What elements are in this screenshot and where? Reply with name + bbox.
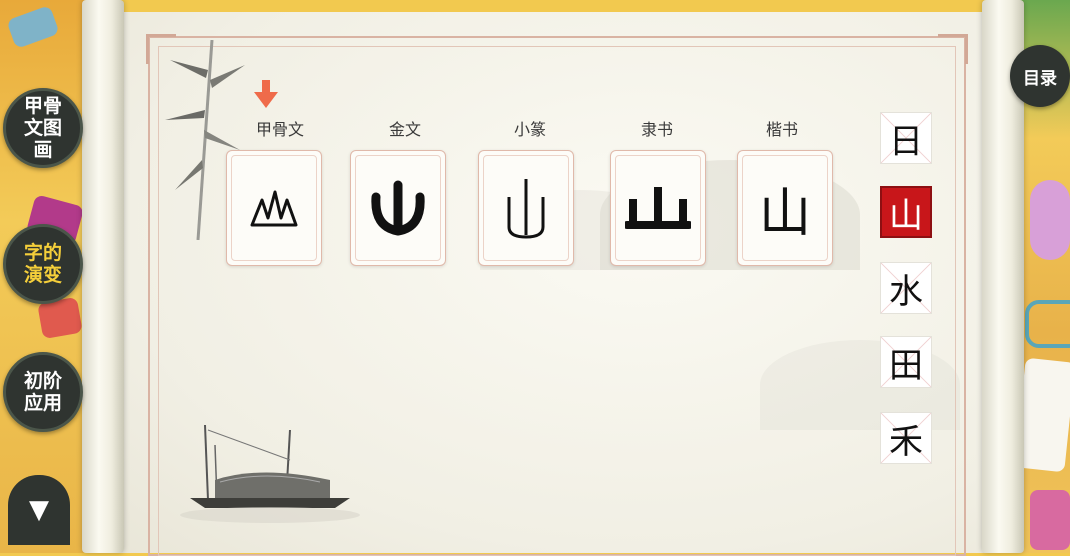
table-of-contents-label: 目录	[1023, 68, 1057, 89]
char-tile-label: 山	[889, 195, 923, 236]
frame-corner-icon	[938, 34, 968, 64]
script-label-regular: 楷书	[765, 120, 798, 139]
oracle-bone-card[interactable]	[226, 150, 322, 266]
nav-oracle-pictures-button[interactable]: 甲骨文图画	[3, 88, 83, 168]
char-tile-label: 田	[889, 345, 923, 386]
script-label-clerical: 隶书	[640, 120, 673, 139]
scroll-down-button[interactable]: ▼	[8, 475, 70, 545]
char-tile-label: 水	[889, 271, 923, 312]
script-label-small-seal: 小篆	[513, 120, 546, 139]
char-tile-sun[interactable]: 日	[880, 112, 932, 164]
scroll-roll-left	[82, 0, 124, 553]
char-tile-mountain[interactable]: 山	[880, 186, 932, 238]
cup-decoration	[1030, 180, 1070, 260]
small-seal-card[interactable]	[478, 150, 574, 266]
char-tile-water[interactable]: 水	[880, 262, 932, 314]
arrow-down-icon	[254, 80, 278, 108]
nav-basic-application-label: 初阶应用	[23, 370, 62, 414]
regular-script-card[interactable]: 山	[737, 150, 833, 266]
char-tile-field[interactable]: 田	[880, 336, 932, 388]
bronze-script-card[interactable]	[350, 150, 446, 266]
nav-oracle-pictures-label: 甲骨文图画	[23, 95, 62, 161]
small-seal-glyph-icon	[479, 151, 573, 265]
regular-script-character: 山	[758, 183, 811, 244]
script-label-oracle: 甲骨文	[255, 120, 304, 139]
nav-character-evolution-label: 字的演变	[23, 242, 62, 286]
boat-painting	[180, 424, 360, 523]
box-decoration	[1030, 490, 1070, 550]
bronze-glyph-icon	[351, 151, 445, 265]
char-tile-grain[interactable]: 禾	[880, 412, 932, 464]
script-label-bronze: 金文	[388, 120, 421, 139]
char-tile-label: 日	[889, 121, 923, 162]
nav-basic-application-button[interactable]: 初阶应用	[3, 352, 83, 432]
table-of-contents-button[interactable]: 目录	[1010, 45, 1070, 107]
regular-script-glyph: 山	[738, 151, 832, 265]
clerical-script-card[interactable]	[610, 150, 706, 266]
chevron-down-icon: ▼	[29, 495, 49, 525]
glasses-decoration	[1025, 300, 1070, 348]
clerical-glyph-icon	[611, 151, 705, 265]
oracle-bone-glyph-icon	[227, 151, 321, 265]
char-tile-label: 禾	[889, 421, 923, 462]
nav-character-evolution-button[interactable]: 字的演变	[3, 224, 83, 304]
